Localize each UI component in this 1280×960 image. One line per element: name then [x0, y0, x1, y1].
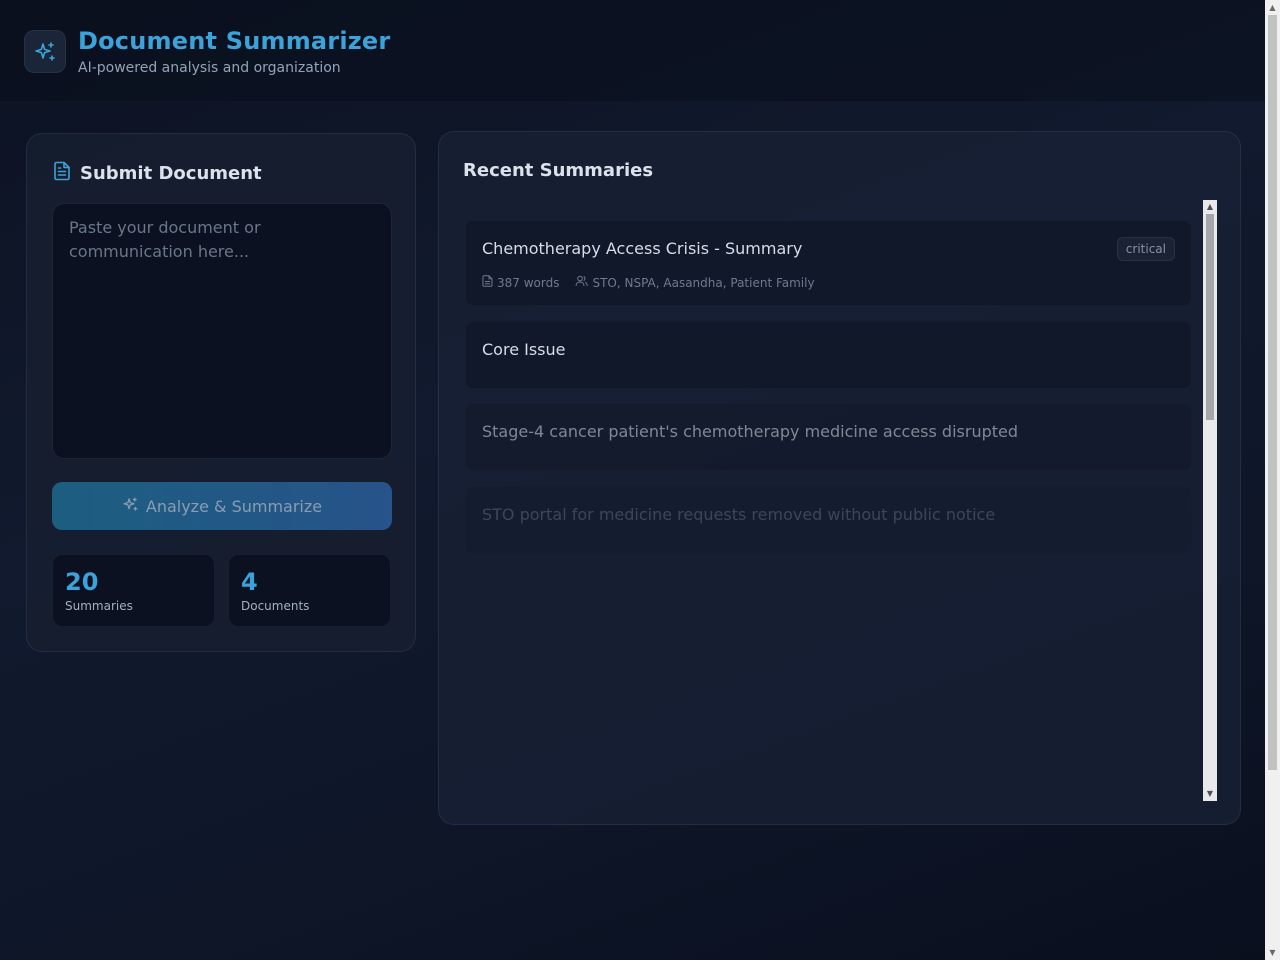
participants: STO, NSPA, Aasandha, Patient Family: [575, 275, 815, 290]
recent-summaries-heading: Recent Summaries: [463, 160, 654, 181]
stat-summaries-label: Summaries: [65, 599, 133, 613]
sparkles-icon: [122, 496, 139, 517]
analyze-button-label: Analyze & Summarize: [145, 496, 323, 516]
page-scrollbar[interactable]: ▲ ▼: [1265, 0, 1280, 960]
list-item[interactable]: Core Issue: [465, 321, 1192, 389]
page-scrollbar-thumb[interactable]: [1268, 15, 1277, 770]
summary-card[interactable]: Chemotherapy Access Crisis - Summary cri…: [465, 220, 1192, 306]
status-badge: critical: [1116, 237, 1175, 261]
list-item[interactable]: Stage-4 cancer patient's chemotherapy me…: [465, 403, 1192, 471]
submit-panel-title: Submit Document: [80, 163, 262, 184]
list-item-text: Stage-4 cancer patient's chemotherapy me…: [482, 422, 1019, 441]
stat-documents-value: 4: [241, 568, 258, 596]
sparkles-icon: [24, 30, 66, 73]
file-icon: [482, 275, 493, 290]
stat-documents-label: Documents: [241, 599, 310, 613]
submit-panel-heading: Submit Document: [53, 161, 262, 186]
recent-summaries-panel: Recent Summaries Chemotherapy Access Cri…: [438, 131, 1241, 825]
app-subtitle: AI-powered analysis and organization: [78, 60, 341, 76]
scroll-up-arrow-icon[interactable]: ▲: [1203, 200, 1217, 214]
summary-card-title: Chemotherapy Access Crisis - Summary: [482, 239, 803, 258]
analyze-summarize-button[interactable]: Analyze & Summarize: [52, 482, 392, 530]
submit-document-panel: Submit Document Analyze & Summarize 20 S…: [26, 133, 416, 652]
scroll-down-arrow-icon[interactable]: ▼: [1203, 787, 1217, 801]
scrollbar-thumb[interactable]: [1206, 214, 1214, 420]
list-item[interactable]: STO portal for medicine requests removed…: [465, 486, 1192, 554]
page-scroll-down-icon[interactable]: ▼: [1265, 945, 1280, 960]
stat-summaries: 20 Summaries: [52, 554, 215, 627]
users-icon: [575, 275, 589, 290]
summaries-scrollbar[interactable]: ▲ ▼: [1203, 200, 1217, 801]
list-item-text: Core Issue: [482, 340, 566, 359]
page-scroll-up-icon[interactable]: ▲: [1265, 0, 1280, 15]
list-item-text: STO portal for medicine requests removed…: [482, 505, 996, 524]
word-count: 387 words: [482, 275, 559, 290]
word-count-text: 387 words: [497, 275, 560, 290]
app-header: Document Summarizer AI-powered analysis …: [0, 0, 1265, 102]
stat-summaries-value: 20: [65, 568, 99, 596]
participants-text: STO, NSPA, Aasandha, Patient Family: [592, 275, 815, 290]
stat-documents: 4 Documents: [228, 554, 391, 627]
document-icon: [53, 161, 71, 186]
summaries-list[interactable]: Chemotherapy Access Crisis - Summary cri…: [463, 200, 1217, 801]
summary-meta: 387 words STO, NSPA, Aasandha, Patient F…: [482, 275, 815, 290]
app-title: Document Summarizer: [78, 27, 391, 55]
document-input[interactable]: [52, 203, 392, 459]
